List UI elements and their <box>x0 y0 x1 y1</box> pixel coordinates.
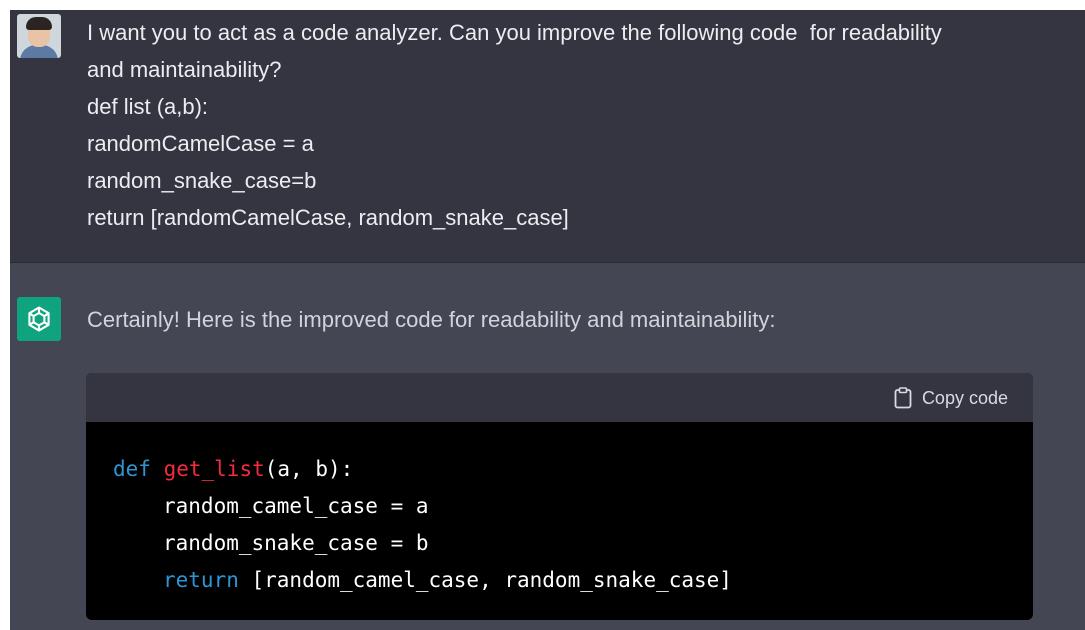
code-line: return [random_camel_case, random_snake_… <box>113 562 732 599</box>
code-keyword: def <box>113 457 151 481</box>
code-text: random_camel_case = a <box>163 494 429 518</box>
user-message-text: I want you to act as a code analyzer. Ca… <box>87 14 1077 236</box>
user-message: I want you to act as a code analyzer. Ca… <box>10 10 1085 263</box>
chat-window: I want you to act as a code analyzer. Ca… <box>10 10 1085 630</box>
user-message-line: I want you to act as a code analyzer. Ca… <box>87 20 942 45</box>
user-message-line: and maintainability? <box>87 57 282 82</box>
code-line: def get_list(a, b): <box>113 451 732 488</box>
assistant-message: Certainly! Here is the improved code for… <box>10 263 1085 630</box>
copy-code-label: Copy code <box>921 387 1008 408</box>
code-block: Copy code def get_list(a, b): random_cam… <box>86 373 1033 620</box>
user-message-line: randomCamelCase = a <box>87 131 314 156</box>
user-avatar <box>17 14 61 58</box>
user-message-line: random_snake_case=b <box>87 168 317 193</box>
code-text: [random_camel_case, random_snake_case] <box>238 568 732 592</box>
clipboard-icon <box>894 387 912 409</box>
code-function-name: get_list <box>163 457 265 481</box>
user-message-line: def list (a,b): <box>87 94 209 119</box>
code-block-header: Copy code <box>86 373 1033 422</box>
assistant-intro-text: Certainly! Here is the improved code for… <box>87 307 776 332</box>
copy-code-button[interactable]: Copy code <box>894 385 1008 411</box>
openai-logo-icon <box>17 297 61 341</box>
code-line: random_snake_case = b <box>113 525 732 562</box>
code-text: random_snake_case = b <box>163 531 429 555</box>
code-line: random_camel_case = a <box>113 488 732 525</box>
code-content: def get_list(a, b): random_camel_case = … <box>113 451 732 599</box>
code-text: (a, b): <box>264 457 354 481</box>
code-keyword: return <box>163 568 239 592</box>
user-message-line: return [randomCamelCase, random_snake_ca… <box>87 205 569 230</box>
